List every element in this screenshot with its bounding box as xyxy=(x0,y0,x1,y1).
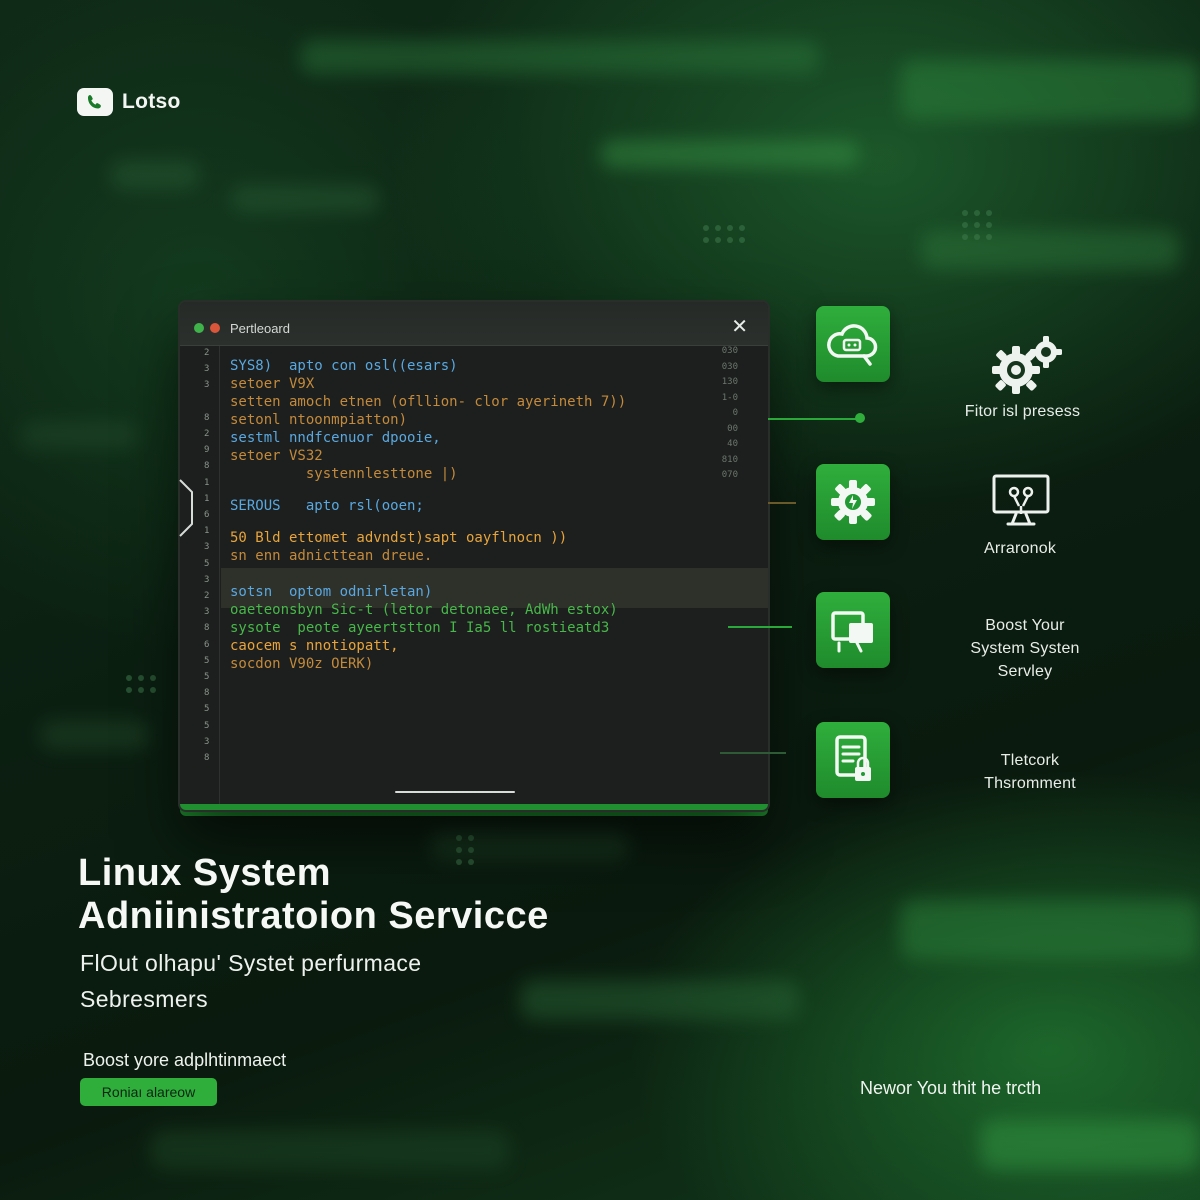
feature-label-3-line-3: Servley xyxy=(997,663,1053,680)
line-number: 5 xyxy=(204,655,210,666)
feature-label-3-line-1: Boost Your xyxy=(985,617,1065,634)
page-title: Linux System Adniinistratoion Servicce xyxy=(78,852,549,938)
document-lock-icon xyxy=(835,735,871,781)
line-number: 5 xyxy=(204,558,210,569)
line-number: 6 xyxy=(204,639,210,650)
connector-line-3 xyxy=(728,626,792,628)
line-number: 8 xyxy=(204,461,210,472)
code-line: SEROUS apto rsl(ooen; xyxy=(230,498,424,514)
code-line: sysote peote ayeertstton I Ia5 ll rostie… xyxy=(230,620,610,636)
line-number: 5 xyxy=(204,704,210,715)
feature-tile-document[interactable] xyxy=(816,722,890,798)
dot-grid-top xyxy=(703,225,745,243)
line-number: 1 xyxy=(204,526,210,537)
brand-name: Lotso xyxy=(122,90,181,113)
line-number: 9 xyxy=(204,445,210,456)
line-number: 5 xyxy=(204,720,210,731)
line-number: 1 xyxy=(204,477,210,488)
dot-grid-right xyxy=(962,210,992,240)
right-gutter-number: 030 xyxy=(721,346,738,356)
code-line: caocem s nnotiopatt, xyxy=(230,638,399,654)
phone-icon xyxy=(77,88,113,116)
line-number: 3 xyxy=(204,380,210,391)
connector-node-1 xyxy=(855,413,865,423)
line-number: 2 xyxy=(204,591,210,601)
subtitle-line-2: Sebresmers xyxy=(80,986,208,1012)
right-gutter-number: 40 xyxy=(727,439,738,449)
dot-grid-left xyxy=(126,675,156,693)
right-gutter-number: 00 xyxy=(727,423,738,434)
line-number: 8 xyxy=(204,688,210,699)
feature-tile-window[interactable] xyxy=(816,592,890,668)
line-number: 2 xyxy=(204,348,210,358)
gears-icon xyxy=(992,336,1062,394)
headline-line-1: Linux System xyxy=(78,852,332,894)
cloud-chat-icon xyxy=(827,324,878,366)
code-line: sn enn adnicttean dreue. xyxy=(230,548,433,564)
feature-label-1: Fitor isl presess xyxy=(964,403,1081,420)
code-line: sestml nndfcenuor dpooie, xyxy=(230,430,441,446)
feature-label-4-line-1: Tletcork xyxy=(1000,752,1060,769)
right-gutter-number: 070 xyxy=(721,470,738,480)
brand-logo[interactable]: Lotso xyxy=(77,88,181,116)
window-panel-icon xyxy=(831,611,873,653)
right-gutter-number: 130 xyxy=(721,377,738,387)
connector-line-4 xyxy=(720,752,786,754)
feature-label-3: Boost Your System Systen Servley xyxy=(950,614,1100,683)
terminal-titlebar: Pertleoard ✕ xyxy=(180,302,768,346)
feature-label-3-line-2: System Systen xyxy=(970,640,1080,657)
feature-tile-settings[interactable] xyxy=(816,464,890,540)
right-gutter-number: 1-0 xyxy=(721,392,738,403)
headline-line-2: Adniinistratoion Servicce xyxy=(78,895,549,937)
window-dot-green[interactable] xyxy=(194,323,204,333)
connector-line-1 xyxy=(768,418,860,420)
code-line: setonl ntoonmpiatton) xyxy=(230,412,408,428)
feature-label-4-line-2: Thsromment xyxy=(984,775,1076,792)
line-number: 3 xyxy=(204,542,210,553)
line-number: 8 xyxy=(204,412,210,423)
code-line: oaeteonsbyn Sic-t (letor detonaee, AdWh … xyxy=(230,602,618,618)
connector-line-2 xyxy=(768,502,796,504)
code-line: sotsn optom odnirletan) xyxy=(230,584,433,600)
line-number: 2 xyxy=(204,429,210,439)
window-side-handle[interactable] xyxy=(172,478,194,538)
footer-note: Newor You thit he trcth xyxy=(860,1078,1042,1098)
terminal-window[interactable]: Pertleoard ✕ 2338298116135323865585538 S… xyxy=(180,302,768,810)
window-dot-red[interactable] xyxy=(210,323,220,333)
subtitle-line-1: FlOut olhapu' Systet perfurmace xyxy=(80,950,422,976)
line-number: 6 xyxy=(204,510,210,520)
line-number: 3 xyxy=(204,736,210,747)
code-line: 50 Bld ettomet advndst)sapt oayflnocn )) xyxy=(230,530,568,546)
code-line: SYS8) apto con osl((esars) xyxy=(230,358,458,374)
terminal-body[interactable]: 2338298116135323865585538 SYS8) apto con… xyxy=(180,346,768,804)
close-icon[interactable]: ✕ xyxy=(731,314,748,338)
feature-tile-cloud[interactable] xyxy=(816,306,890,382)
scroll-indicator[interactable] xyxy=(395,791,515,793)
code-line: setoer V9X xyxy=(230,376,315,392)
terminal-title: Pertleoard xyxy=(230,321,290,336)
code-line: socdon V90z OERK) xyxy=(230,656,374,672)
cta-button[interactable]: Roniaı alareow xyxy=(80,1078,217,1106)
monitor-network-icon xyxy=(992,474,1050,526)
code-line: systennlesttone |) xyxy=(230,466,458,482)
right-gutter-number: 0 xyxy=(732,408,738,418)
feature-label-4: Tletcork Thsromment xyxy=(955,749,1105,795)
code-line: setoer VS32 xyxy=(230,448,323,464)
line-number: 5 xyxy=(204,672,210,682)
feature-label-2: Arraronok xyxy=(983,540,1057,557)
code-line: setten amoch etnen (ofllion- clor ayerin… xyxy=(230,394,627,410)
tagline: Boost yore adplhtinmaect xyxy=(83,1050,287,1070)
line-number: 8 xyxy=(204,623,210,634)
line-number: 8 xyxy=(204,753,210,763)
settings-gear-icon xyxy=(831,480,875,524)
line-number: 3 xyxy=(204,364,210,375)
line-number: 1 xyxy=(204,493,210,504)
right-gutter-number: 810 xyxy=(721,454,738,465)
line-number-gutter: 2338298116135323865585538 xyxy=(180,346,220,804)
right-gutter-number: 030 xyxy=(721,361,738,372)
line-number: 3 xyxy=(204,607,210,618)
line-number: 3 xyxy=(204,574,210,585)
